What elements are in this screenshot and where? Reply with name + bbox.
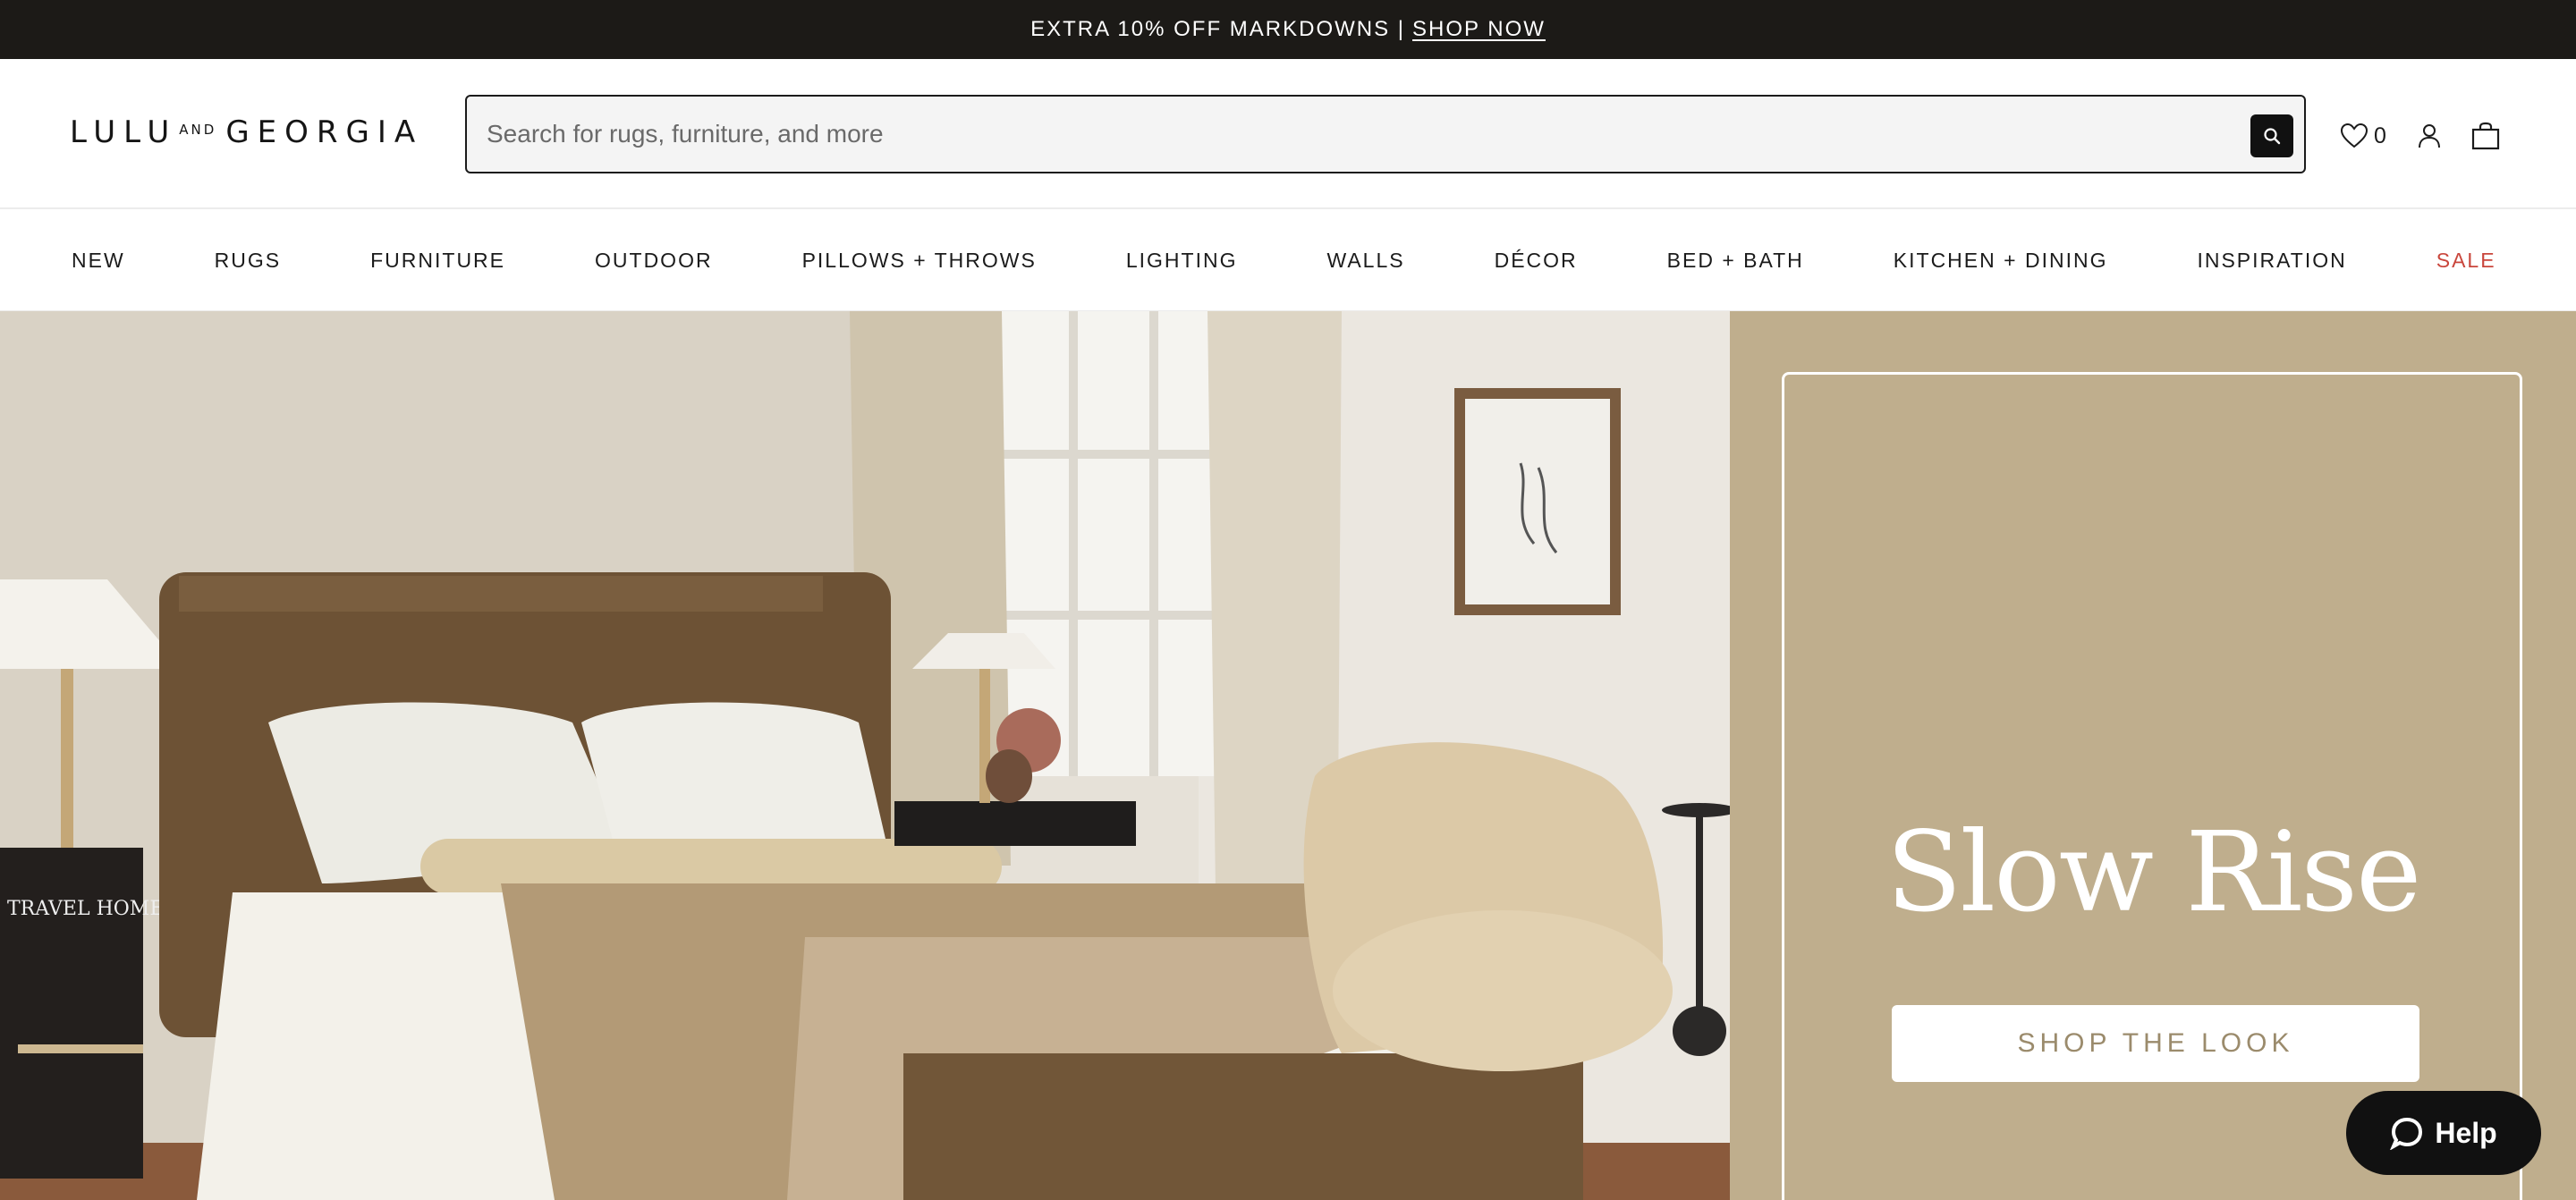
help-label: Help xyxy=(2435,1116,2497,1149)
shopping-bag-icon xyxy=(2471,122,2500,150)
logo-and: AND xyxy=(179,122,217,138)
site-logo[interactable]: LULU AND GEORGIA xyxy=(70,114,423,150)
logo-lulu: LULU xyxy=(70,114,178,150)
wishlist-count: 0 xyxy=(2374,123,2386,148)
search-icon xyxy=(2264,128,2281,145)
nav-item-outdoor[interactable]: OUTDOOR xyxy=(595,249,713,273)
site-header: LULU AND GEORGIA 0 xyxy=(0,59,2576,209)
wishlist-button[interactable]: 0 xyxy=(2340,123,2386,149)
chat-bubble-icon xyxy=(2390,1117,2423,1150)
nav-item-pillows-throws[interactable]: PILLOWS + THROWS xyxy=(802,249,1037,273)
promo-shop-now-link[interactable]: SHOP NOW xyxy=(1412,17,1546,42)
logo-georgia: GEORGIA xyxy=(225,114,424,150)
search-input[interactable] xyxy=(487,97,2186,172)
heart-icon xyxy=(2340,123,2368,148)
nav-item-walls[interactable]: WALLS xyxy=(1326,249,1404,273)
shop-the-look-button[interactable]: SHOP THE LOOK xyxy=(1892,1005,2419,1082)
user-icon xyxy=(2418,124,2440,148)
hero-bedroom-image[interactable]: TRAVEL HOME xyxy=(0,311,1730,1200)
nav-item-inspiration[interactable]: INSPIRATION xyxy=(2197,249,2346,273)
bedroom-illustration: TRAVEL HOME xyxy=(0,311,1730,1200)
cart-button[interactable] xyxy=(2470,122,2501,150)
hero-title: Slow Rise xyxy=(1885,808,2422,937)
main-nav: NEW RUGS FURNITURE OUTDOOR PILLOWS + THR… xyxy=(0,211,2576,311)
nav-item-kitchen-dining[interactable]: KITCHEN + DINING xyxy=(1894,249,2108,273)
nav-item-bed-bath[interactable]: BED + BATH xyxy=(1667,249,1804,273)
account-button[interactable] xyxy=(2417,123,2442,149)
nav-item-new[interactable]: NEW xyxy=(72,249,125,273)
search-bar xyxy=(465,95,2306,173)
help-chat-button[interactable]: Help xyxy=(2346,1091,2541,1175)
nav-item-lighting[interactable]: LIGHTING xyxy=(1126,249,1238,273)
hero-promo-panel: Slow Rise SHOP THE LOOK xyxy=(1730,311,2576,1200)
search-button[interactable] xyxy=(2250,114,2293,157)
nav-item-decor[interactable]: DÉCOR xyxy=(1495,249,1578,273)
nav-item-sale[interactable]: SALE xyxy=(2436,249,2496,273)
header-actions: 0 xyxy=(2340,118,2501,154)
nav-item-rugs[interactable]: RUGS xyxy=(215,249,281,273)
promo-banner: EXTRA 10% OFF MARKDOWNS | SHOP NOW xyxy=(0,0,2576,59)
promo-text: EXTRA 10% OFF MARKDOWNS | xyxy=(1030,17,1406,41)
svg-text:TRAVEL HOME: TRAVEL HOME xyxy=(7,898,164,920)
nav-item-furniture[interactable]: FURNITURE xyxy=(370,249,505,273)
hero-section: TRAVEL HOME Slow Rise SHOP THE LOOK xyxy=(0,311,2576,1200)
